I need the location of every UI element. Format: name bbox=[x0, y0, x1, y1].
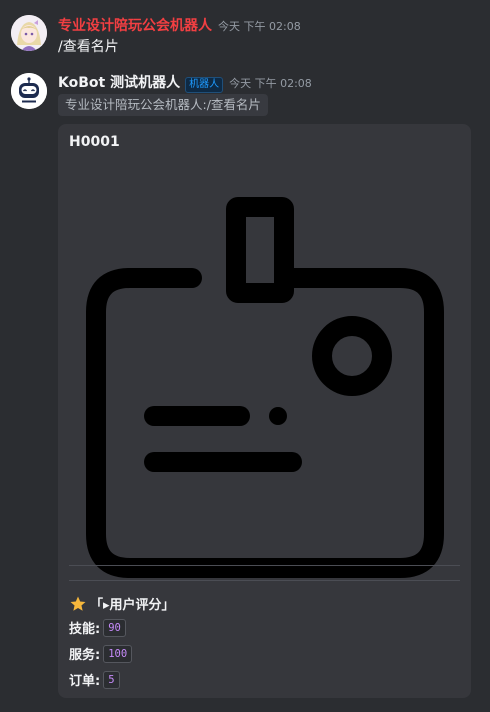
user-avatar[interactable] bbox=[11, 15, 47, 51]
anime-girl-avatar-icon bbox=[11, 15, 47, 51]
robot-avatar-icon bbox=[11, 73, 47, 109]
timestamp: 今天 下午 02:08 bbox=[218, 20, 301, 33]
username[interactable]: KoBot 测试机器人 bbox=[58, 72, 180, 92]
bot-avatar[interactable] bbox=[11, 73, 47, 109]
stat-value: 100 bbox=[103, 644, 133, 663]
timestamp: 今天 下午 02:08 bbox=[229, 77, 312, 90]
message-text: /查看名片 bbox=[58, 39, 119, 55]
divider bbox=[69, 580, 460, 581]
stat-value: 90 bbox=[103, 618, 126, 637]
bot-tag: 机器人 bbox=[185, 77, 224, 93]
stat-orders: 订单: 5 bbox=[69, 670, 120, 689]
id-card-icon bbox=[86, 197, 444, 578]
stat-skill: 技能: 90 bbox=[69, 618, 126, 637]
stat-label: 订单: bbox=[69, 674, 101, 689]
section-title: 「▸用户评分」 bbox=[69, 594, 175, 613]
card-title: H0001 bbox=[69, 134, 120, 150]
reply-reference[interactable]: 专业设计陪玩公会机器人:/查看名片 bbox=[58, 94, 268, 116]
stat-label: 服务: bbox=[69, 648, 101, 663]
stat-service: 服务: 100 bbox=[69, 644, 133, 663]
message-header: 专业设计陪玩公会机器人 今天 下午 02:08 bbox=[58, 15, 301, 35]
stat-value: 5 bbox=[103, 670, 120, 689]
section-title-text: 「▸用户评分」 bbox=[90, 598, 175, 613]
username[interactable]: 专业设计陪玩公会机器人 bbox=[58, 15, 212, 35]
stat-label: 技能: bbox=[69, 622, 101, 637]
profile-card: H0001 「▸用户评分」 技能: 90 服务: 100 订单: 5 bbox=[58, 124, 471, 698]
divider bbox=[69, 565, 460, 566]
message-user: 专业设计陪玩公会机器人 今天 下午 02:08 /查看名片 bbox=[0, 10, 490, 60]
star-icon bbox=[70, 596, 86, 611]
message-header: KoBot 测试机器人 机器人 今天 下午 02:08 bbox=[58, 72, 312, 93]
